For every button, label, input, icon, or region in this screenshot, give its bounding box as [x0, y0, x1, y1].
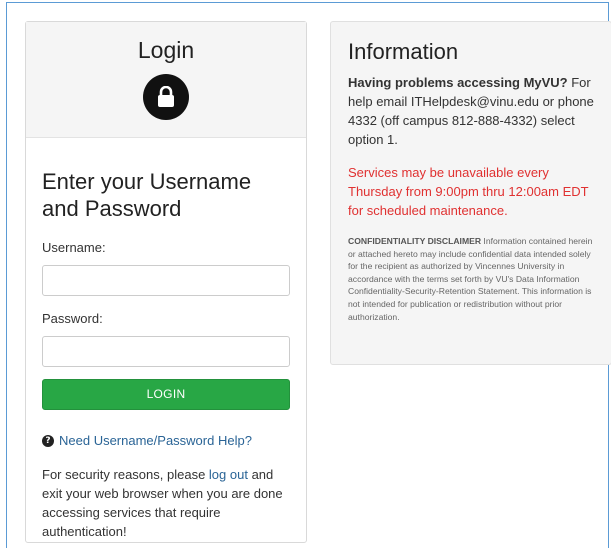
help-contact-bold: Having problems accessing MyVU? [348, 75, 568, 90]
help-link[interactable]: Need Username/Password Help? [59, 433, 252, 449]
username-label: Username: [42, 240, 106, 255]
information-title: Information [348, 39, 459, 64]
information-panel: Information Having problems accessing My… [330, 21, 611, 365]
login-panel: Login Enter your Username and Password U… [25, 21, 307, 543]
lock-icon-glyph [158, 86, 174, 107]
confidentiality-disclaimer: CONFIDENTIALITY DISCLAIMER Information c… [348, 235, 595, 323]
login-form: Enter your Username and Password Usernam… [26, 138, 306, 541]
username-input[interactable] [42, 265, 290, 296]
help-link-row: ? Need Username/Password Help? [42, 433, 290, 449]
form-heading: Enter your Username and Password [42, 169, 252, 221]
page-frame: Login Enter your Username and Password U… [6, 2, 611, 548]
password-label: Password: [42, 311, 103, 326]
maintenance-notice: Services may be unavailable every Thursd… [348, 165, 589, 218]
lock-icon [143, 74, 189, 120]
login-header: Login [26, 22, 306, 138]
disclaimer-text: Information contained herein or attached… [348, 236, 593, 322]
security-note-prefix: For security reasons, please [42, 467, 209, 482]
logout-link[interactable]: log out [209, 467, 248, 482]
question-circle-icon: ? [42, 435, 54, 447]
help-contact-text: Having problems accessing MyVU? For help… [348, 73, 595, 149]
disclaimer-heading: CONFIDENTIALITY DISCLAIMER [348, 236, 482, 246]
login-title: Login [137, 37, 195, 63]
login-button[interactable]: LOGIN [42, 379, 290, 410]
security-note: For security reasons, please log out and… [42, 465, 290, 541]
password-input[interactable] [42, 336, 290, 367]
